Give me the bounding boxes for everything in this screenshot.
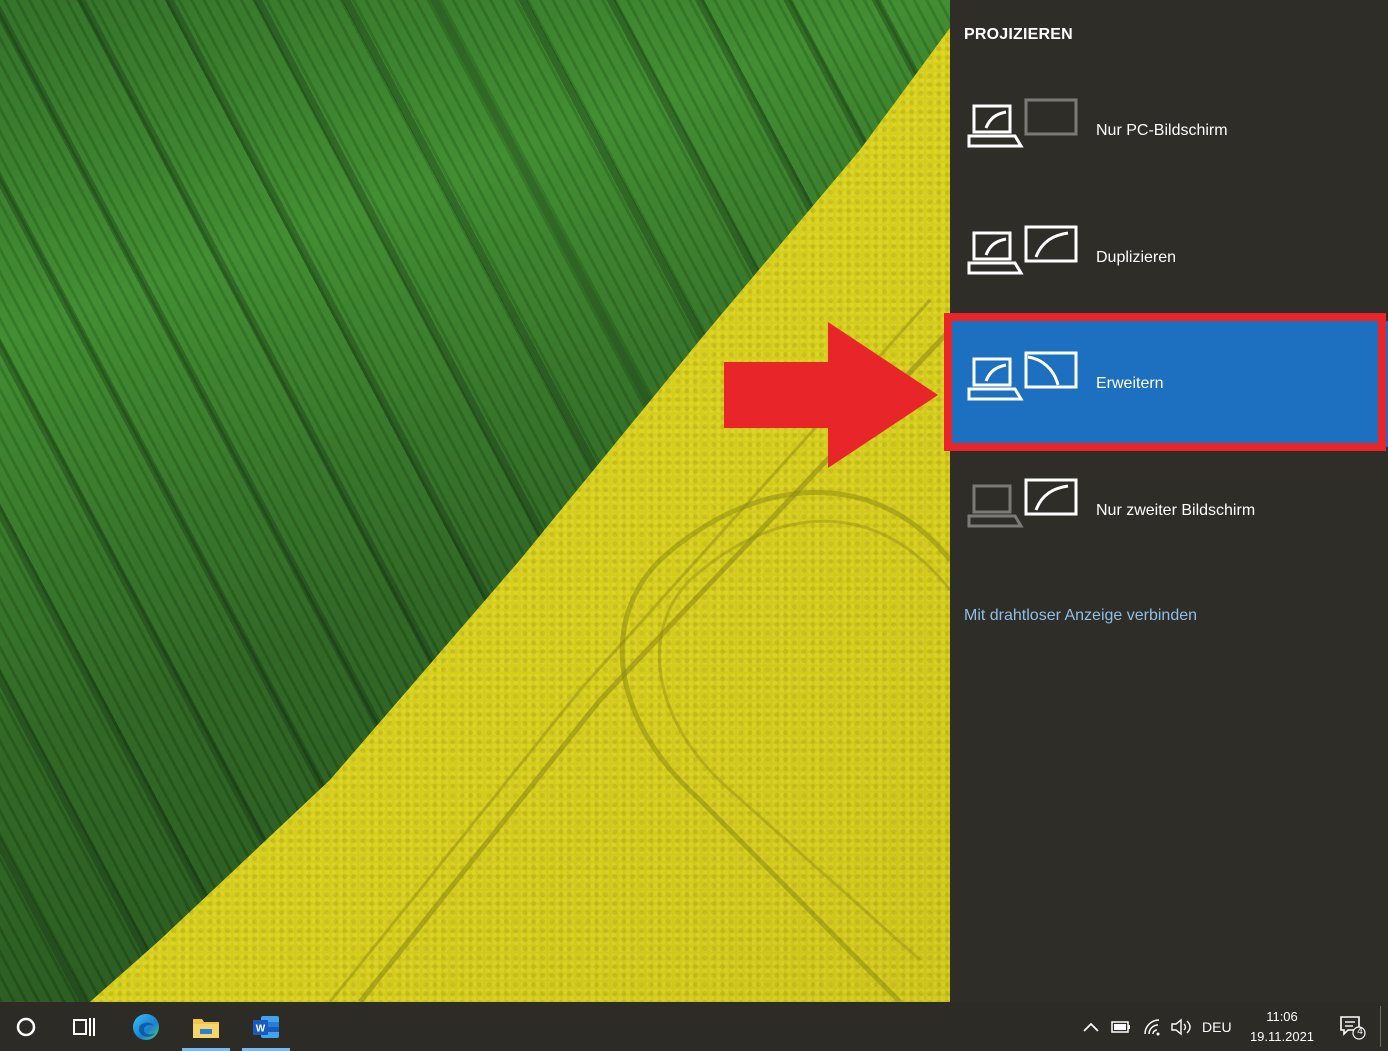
option-second-screen-only[interactable]: Nur zweiter Bildschirm [950,448,1388,574]
file-explorer-icon [193,1018,219,1038]
second-screen-only-icon [967,478,1078,528]
edge-icon [133,1013,159,1040]
option-duplicate[interactable]: Duplizieren [950,195,1388,321]
panel-title: PROJIZIEREN [964,26,1073,43]
input-language[interactable]: DEU [1202,1002,1232,1051]
project-panel: PROJIZIEREN Nur PC-Bildschirm Dupliziere… [950,0,1388,1002]
option-label: Nur zweiter Bildschirm [1096,502,1256,519]
clock[interactable]: 11:06 19.11.2021 [1244,1002,1320,1051]
volume-button[interactable] [1170,1002,1196,1051]
pc-screen-only-icon [967,98,1078,148]
desktop-wallpaper [0,0,950,1002]
wireless-display-link[interactable]: Mit drahtloser Anzeige verbinden [964,607,1197,625]
notification-center-button[interactable]: 4 [1332,1002,1372,1051]
show-desktop-button[interactable] [1380,1006,1381,1047]
option-label: Nur PC-Bildschirm [1096,122,1228,139]
notification-count: 4 [1357,1026,1363,1037]
taskbar: W DEU 11:06 19.11.2021 4 [0,1002,1388,1051]
wifi-icon [1144,1018,1160,1035]
clock-date: 19.11.2021 [1249,1028,1315,1044]
task-view-button[interactable] [58,1002,110,1051]
red-arrow-annotation [724,322,938,468]
duplicate-icon [967,225,1078,275]
option-pc-screen-only[interactable]: Nur PC-Bildschirm [950,68,1388,194]
edge-button[interactable] [118,1002,174,1051]
clock-time: 11:06 [1266,1008,1298,1024]
start-button[interactable] [0,1002,52,1051]
option-extend[interactable]: Erweitern [950,321,1388,447]
chevron-up-icon [1083,1022,1099,1032]
task-view-icon [73,1017,95,1036]
word-button[interactable]: W [238,1002,294,1051]
start-icon [16,1017,36,1036]
battery-icon [1111,1020,1130,1033]
network-button[interactable] [1142,1002,1166,1051]
extend-icon [967,351,1078,401]
svg-text:W: W [256,1023,266,1034]
file-explorer-button[interactable] [178,1002,234,1051]
volume-icon [1171,1018,1191,1035]
battery-button[interactable] [1110,1002,1136,1051]
word-icon: W [253,1015,279,1038]
option-label: Erweitern [1096,375,1164,392]
show-hidden-icons-button[interactable] [1082,1002,1106,1051]
option-label: Duplizieren [1096,249,1177,266]
